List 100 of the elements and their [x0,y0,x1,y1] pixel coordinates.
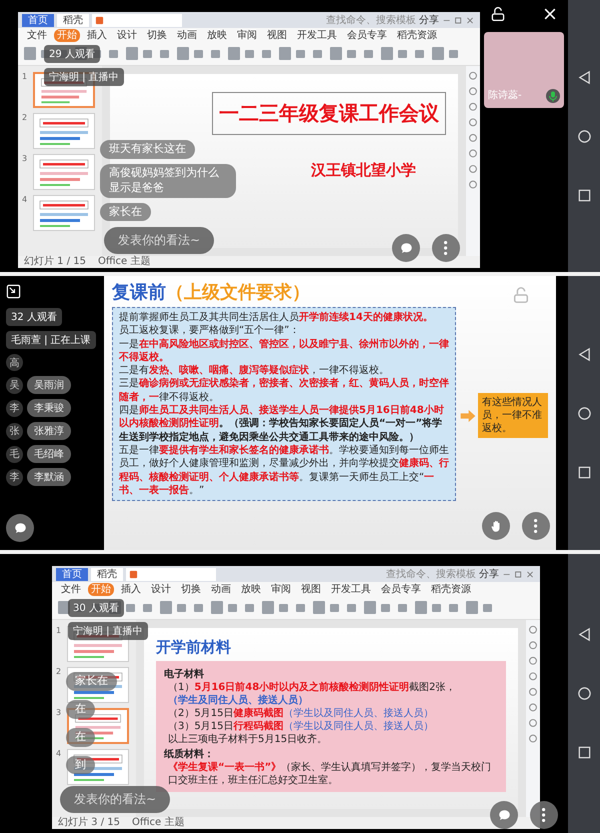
back-icon[interactable] [576,346,592,362]
window-controls-icon[interactable] [442,16,476,24]
microphone-icon [546,89,560,103]
chat-comment: 班天有家长这在 [100,140,195,159]
menu-tab[interactable]: 会员专享 [344,29,390,42]
app-tab[interactable]: 稻壳 [91,568,123,580]
speech-bubble-icon [12,520,28,536]
slide-title: 一二三年级复课工作会议 [212,92,446,135]
menu-tab[interactable]: 文件 [24,29,50,42]
more-icon [542,808,546,822]
menu-tab[interactable]: 设计 [114,29,140,42]
menu-tab[interactable]: 开发工具 [294,29,340,42]
menu-tab[interactable]: 开发工具 [328,583,374,596]
share-button[interactable]: 分享 [419,13,439,27]
slide-title: 复课前 [112,281,166,304]
material-line: 以上三项电子材料于5月15日收齐。 [167,733,328,746]
back-icon[interactable] [576,627,592,642]
app-tab[interactable]: 稻壳 [57,14,89,26]
theme-label: Office 主题 [98,256,150,268]
menu-tab[interactable]: 动画 [174,29,200,42]
app-tab[interactable]: 首页 [56,568,88,580]
slide-number: 2 [22,113,28,122]
avatar: 张 [6,422,23,440]
avatar: 毛 [6,446,23,462]
section-heading: 纸质材料： [164,748,215,761]
paragraph: 提前掌握师生员工及其共同生活居住人员开学前连续14天的健康状况。 [119,311,434,324]
menu-tab[interactable]: 放映 [204,29,230,42]
window-controls-icon[interactable] [502,570,536,578]
slide-number: 4 [56,749,62,758]
menu-tab[interactable]: 切换 [144,29,170,42]
paragraph: 二是有发热、咳嗽、咽痛、腹泻等疑似症状，一律不得返校。 [119,364,390,378]
more-icon [444,241,448,255]
paragraph: 三是确诊病例或无症状感染者，密接者、次密接者，红、黄码人员，时空伴随者，一律不得返校。 [119,377,449,404]
menu-tab[interactable]: 稻壳资源 [428,583,474,596]
material-line: 《学生复课“一表一书”》（家长、学生认真填写并签字），复学当天校门口交班主任，班主任汇总好交卫生室。 [167,761,492,787]
menu-tab[interactable]: 切换 [178,583,204,596]
menu-tab[interactable]: 放映 [238,583,264,596]
close-icon[interactable] [542,6,558,22]
viewer-count: 29 人观看 [44,45,100,63]
menu-tab[interactable]: 插入 [84,29,110,42]
slide-counter: 幻灯片 1 / 15 [24,256,86,268]
slides-file-icon [95,16,104,24]
participant-name: 陈诗蕊- [488,88,522,102]
home-icon[interactable] [576,406,592,420]
lock-icon[interactable] [490,6,506,22]
menu-tab[interactable]: 审阅 [268,583,294,596]
slide-thumbnail[interactable] [33,113,95,149]
avatar: 吴 [6,376,23,394]
slide-counter: 幻灯片 3 / 15 [58,817,120,829]
menu-tab[interactable]: 动画 [208,583,234,596]
recent-apps-icon[interactable] [576,464,592,480]
chat-button[interactable] [6,514,34,542]
callout-box: 有这些情况人员，一律不准返校。 [478,393,548,438]
slide-number: 1 [22,72,28,81]
menu-tab[interactable]: 视图 [264,29,290,42]
menu-tab[interactable]: 稻壳资源 [394,29,440,42]
material-line: （学生及同住人员、接送人员） [167,694,309,707]
back-icon[interactable] [576,70,592,84]
slide-thumbnail[interactable] [33,154,95,190]
menu-tab[interactable]: 文件 [58,583,84,596]
slide-thumbnail[interactable] [33,195,95,231]
viewer-count: 30 人观看 [68,599,124,617]
host-status: 宁海明 | 直播中 [68,622,148,640]
participant-comment: 李秉骏 [27,399,71,417]
paragraph: 员工返校复课，要严格做到“五个一律”： [119,324,300,338]
document-tab[interactable] [126,568,216,580]
recent-apps-icon[interactable] [576,188,592,202]
material-line: （1）5月16日前48小时以内及之前核酸检测阴性证明截图2张， [167,681,457,694]
viewer-count: 32 人观看 [6,308,62,326]
speech-bubble-icon [398,240,414,256]
slide-number: 3 [56,708,62,717]
menu-tab[interactable]: 视图 [298,583,324,596]
slide-title-note: （上级文件要求） [166,281,310,304]
participant-comment: 李默涵 [27,468,71,486]
home-icon[interactable] [576,686,592,701]
material-line: （3）5月15日行程码截图（学生以及同住人员、接送人员） [167,720,434,733]
recent-apps-icon[interactable] [576,745,592,760]
paragraph: 五是一律要提供有学生和家长签名的健康承诺书。学校要通知到每一位师生员工，做好个人健康管理和监测，尽量减少外出，并向学校提交健康码、行程码、核酸检测证明、个人健康承诺书等。复课第一天师生员工上交“一书、一表一报告。” [119,444,449,498]
avatar: 李 [6,468,23,486]
host-status: 宁海明 | 直播中 [44,68,124,86]
arrow-icon [460,408,476,422]
menu-tab[interactable]: 审阅 [234,29,260,42]
more-icon [534,519,538,533]
menu-tab[interactable]: 会员专享 [378,583,424,596]
paragraph: 四是师生员工及共同生活人员、接送学生人员一律提供5月16日前48小时以内核酸检测阴性证明。（强调：学校告知家长要固定人员“一对一”将学生送到学校指定地点，避免因乘坐公共交通工具带来的途中风险。） [119,404,445,444]
app-tab[interactable]: 首页 [22,14,54,26]
slide-number: 4 [22,195,28,204]
slide-number: 3 [22,154,28,163]
more-button[interactable] [530,801,558,829]
comment-input-field[interactable]: 发表你的看法~ [104,227,214,254]
slide-number: 2 [56,667,62,676]
host-status: 毛雨萱 | 正在上课 [6,331,96,349]
chat-comment: 家长在 [66,672,117,691]
menu-tab[interactable]: 设计 [148,583,174,596]
comment-input-field[interactable]: 发表你的看法~ [60,786,170,813]
exit-fullscreen-icon[interactable] [6,284,21,299]
home-icon[interactable] [576,128,592,144]
share-button[interactable]: 分享 [479,567,499,581]
menu-tab[interactable]: 插入 [118,583,144,596]
document-tab[interactable] [92,14,182,26]
